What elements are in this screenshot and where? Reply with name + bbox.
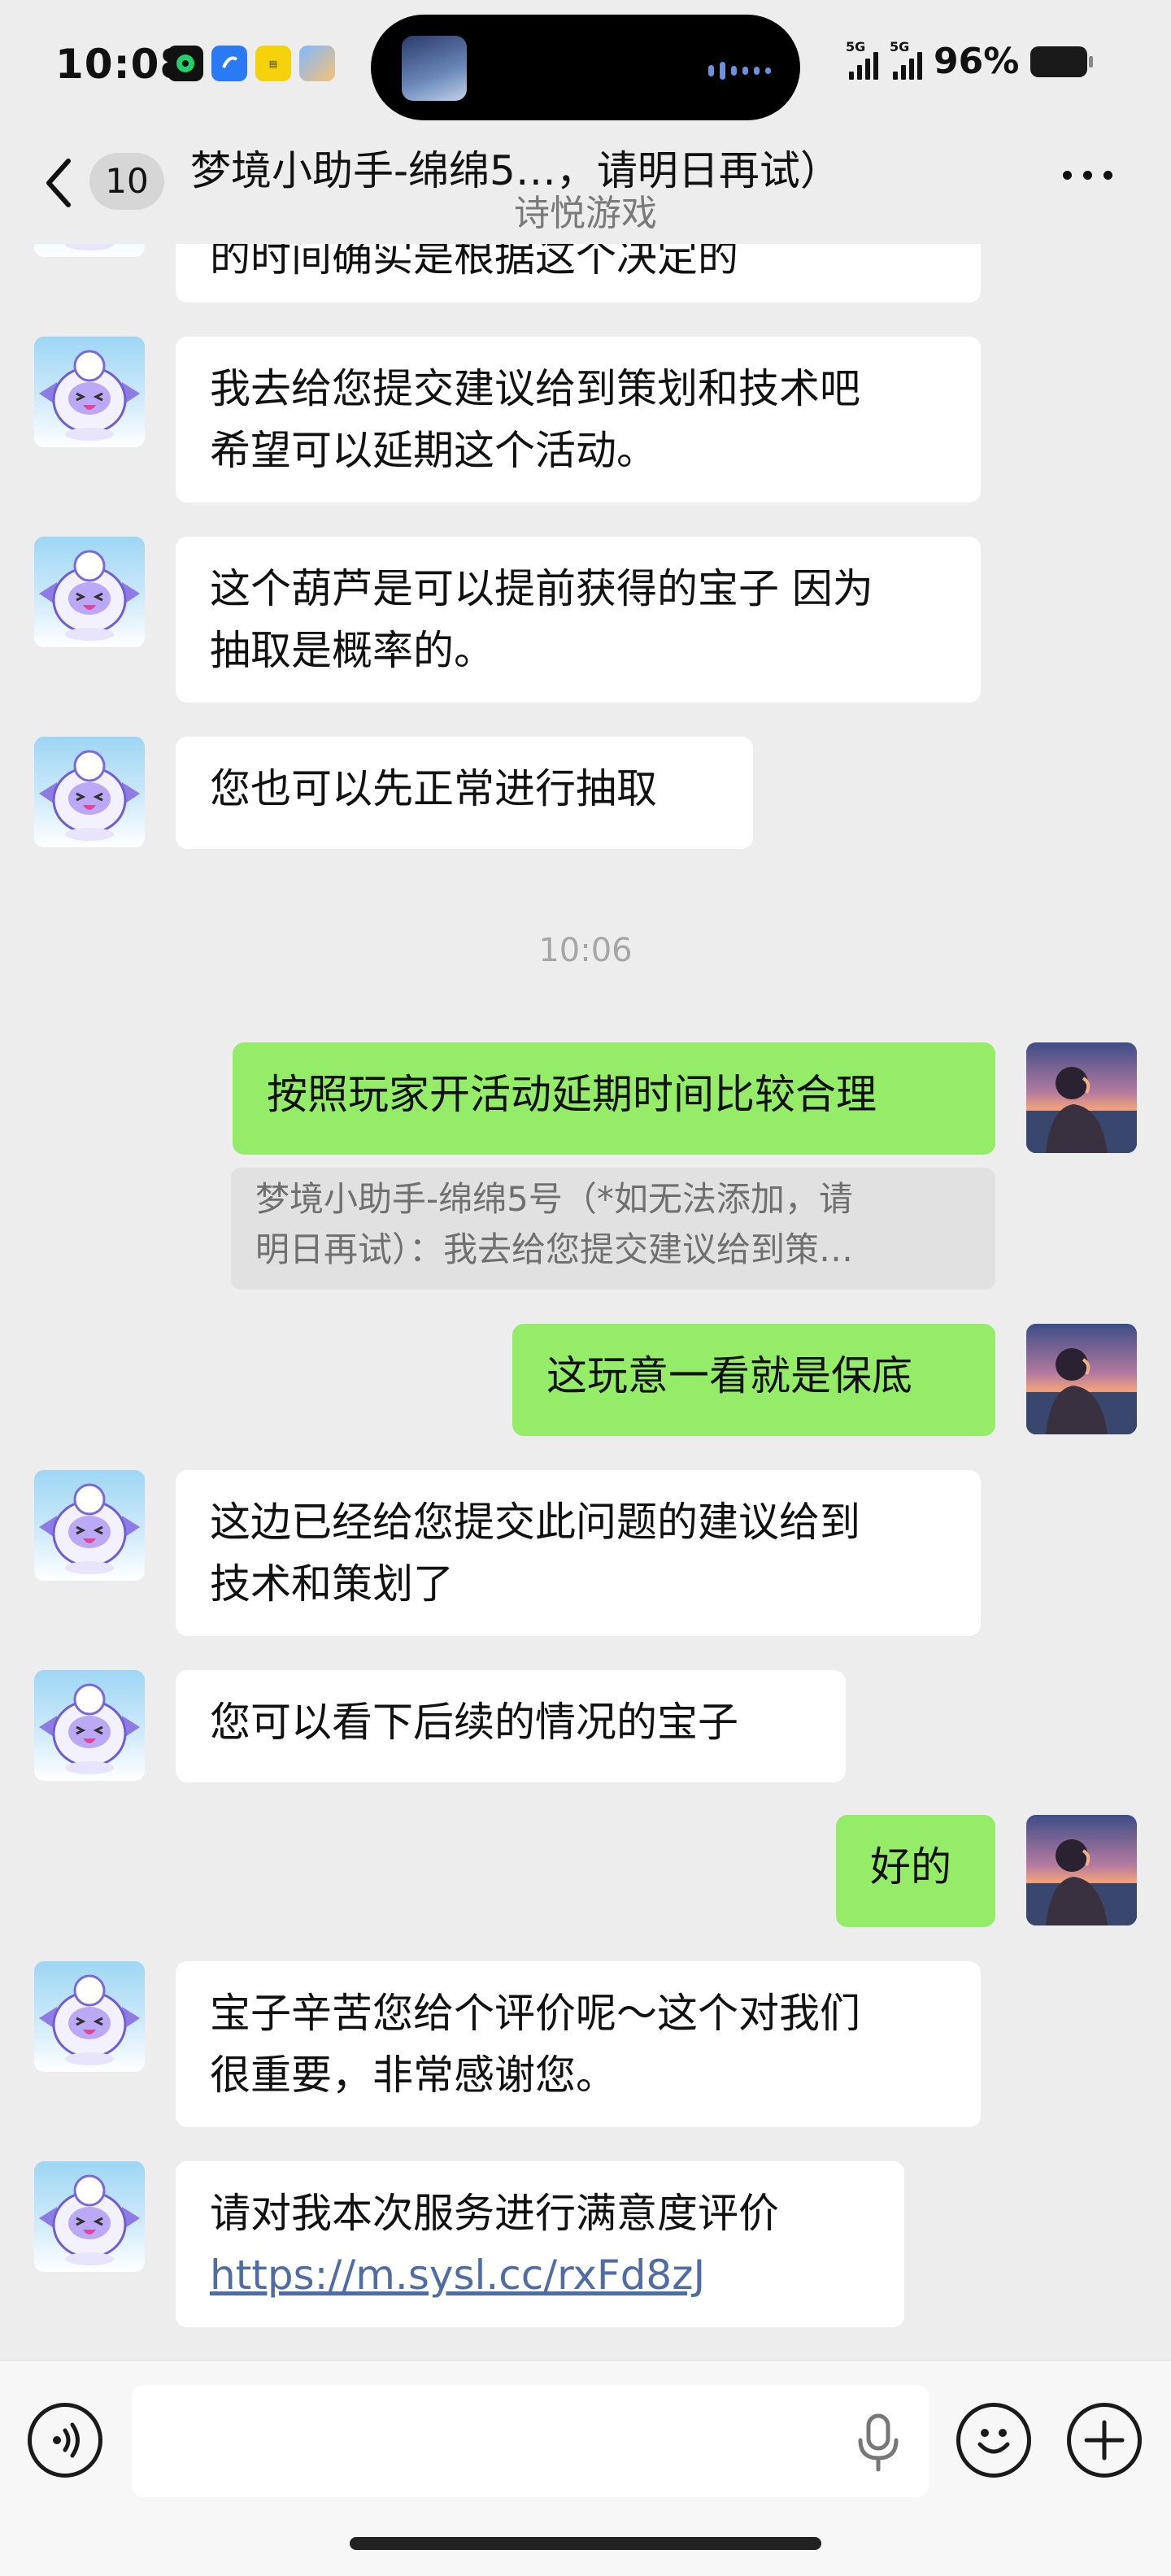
bot-avatar[interactable] bbox=[34, 337, 145, 447]
mascot-icon bbox=[39, 1974, 140, 2065]
status-indicators: 5G 5G 96% bbox=[846, 39, 1094, 82]
signal-icon: 5G bbox=[846, 39, 878, 80]
message-list[interactable]: 的时间确实是根据这个决定的 我去给您提交建议给到策划和技术吧 希望可以延期这个活… bbox=[0, 244, 1171, 2360]
mascot-icon bbox=[39, 1483, 140, 1574]
bot-avatar[interactable] bbox=[34, 2161, 145, 2272]
mascot-icon bbox=[65, 244, 114, 250]
shopping-app-icon: ▤ bbox=[255, 46, 291, 81]
more-button[interactable] bbox=[1059, 163, 1116, 187]
bot-avatar[interactable] bbox=[34, 1670, 145, 1781]
user-avatar[interactable] bbox=[1026, 1815, 1137, 1925]
message-bubble[interactable]: 好的 bbox=[836, 1815, 995, 1927]
chat-header: 10 梦境小助手-绵绵5…，请明日再试） 诗悦游戏 bbox=[0, 138, 1171, 244]
media-thumbnail bbox=[402, 36, 467, 101]
music-app-icon bbox=[168, 46, 203, 81]
home-indicator[interactable] bbox=[350, 2537, 821, 2550]
message-bubble[interactable]: 宝子辛苦您给个评价呢～这个对我们 很重要，非常感谢您。 bbox=[176, 1961, 981, 2127]
message-bubble[interactable]: 您也可以先正常进行抽取 bbox=[176, 737, 753, 849]
mascot-icon bbox=[39, 550, 140, 641]
bot-avatar[interactable] bbox=[34, 537, 145, 647]
message-bubble[interactable]: 的时间确实是根据这个决定的 bbox=[176, 244, 981, 302]
bot-avatar[interactable] bbox=[34, 1470, 145, 1581]
audio-wave-icon bbox=[708, 62, 771, 80]
bot-avatar[interactable] bbox=[34, 244, 145, 257]
mascot-icon bbox=[39, 350, 140, 441]
bot-avatar[interactable] bbox=[34, 1961, 145, 2072]
voice-icon bbox=[53, 2422, 80, 2458]
battery-percent: 96% bbox=[934, 41, 1020, 82]
mascot-icon bbox=[39, 750, 140, 841]
gallery-app-icon bbox=[299, 46, 335, 81]
more-dots-icon bbox=[1062, 170, 1072, 180]
bot-avatar[interactable] bbox=[34, 737, 145, 847]
message-bubble[interactable]: 这边已经给您提交此问题的建议给到 技术和策划了 bbox=[176, 1470, 981, 1636]
quoted-message[interactable]: 梦境小助手-绵绵5号（*如无法添加，请 明日再试）：我去给您提交建议给到策… bbox=[231, 1168, 995, 1290]
message-bubble[interactable]: 我去给您提交建议给到策划和技术吧 希望可以延期这个活动。 bbox=[176, 337, 981, 503]
emoji-icon bbox=[977, 2429, 1010, 2454]
survey-link[interactable]: https://m.sysl.cc/rxFd8zJ bbox=[210, 2244, 870, 2306]
voice-button[interactable] bbox=[28, 2403, 102, 2478]
message-timestamp: 10:06 bbox=[538, 932, 633, 969]
battery-icon bbox=[1030, 46, 1094, 77]
user-photo-icon bbox=[1026, 1067, 1137, 1153]
plus-icon bbox=[1084, 2420, 1125, 2461]
user-photo-icon bbox=[1026, 1839, 1137, 1925]
browser-app-icon bbox=[211, 46, 247, 81]
message-bubble[interactable]: 这玩意一看就是保底 bbox=[512, 1324, 995, 1436]
user-photo-icon bbox=[1026, 1348, 1137, 1434]
message-bubble[interactable]: 按照玩家开活动延期时间比较合理 bbox=[233, 1042, 995, 1155]
message-bubble[interactable]: 这个葫芦是可以提前获得的宝子 因为 抽取是概率的。 bbox=[176, 537, 981, 703]
user-avatar[interactable] bbox=[1026, 1324, 1137, 1434]
message-bubble[interactable]: 您可以看下后续的情况的宝子 bbox=[176, 1670, 846, 1782]
microphone-icon[interactable] bbox=[854, 2413, 903, 2473]
plus-button[interactable] bbox=[1067, 2403, 1142, 2478]
mascot-icon bbox=[39, 2174, 140, 2265]
message-bubble[interactable]: 请对我本次服务进行满意度评价 https://m.sysl.cc/rxFd8zJ bbox=[176, 2161, 904, 2327]
chat-subtitle: 诗悦游戏 bbox=[514, 193, 657, 234]
dynamic-island[interactable] bbox=[371, 15, 800, 120]
status-app-icons: ▤ bbox=[168, 46, 335, 81]
message-input[interactable] bbox=[132, 2385, 929, 2497]
user-avatar[interactable] bbox=[1026, 1042, 1137, 1153]
emoji-button[interactable] bbox=[956, 2403, 1031, 2478]
mascot-icon bbox=[39, 1683, 140, 1774]
status-bar: 10:08 ▤ 5G 5G 96% bbox=[0, 0, 1171, 138]
signal-icon: 5G bbox=[890, 39, 922, 80]
